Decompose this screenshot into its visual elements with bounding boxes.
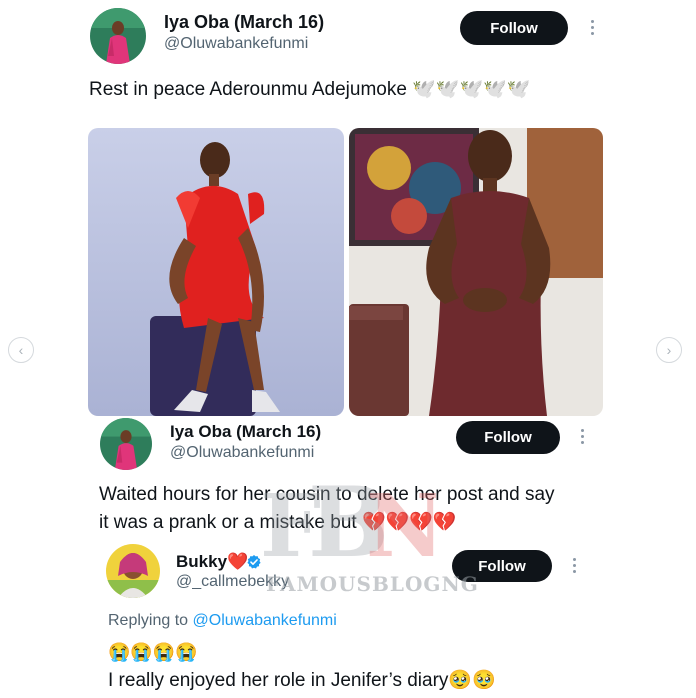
replying-to: Replying to @Oluwabankefunmi: [108, 612, 337, 630]
avatar[interactable]: [106, 544, 160, 598]
author-name[interactable]: Iya Oba (March 16): [164, 12, 324, 33]
screenshot-frame: Iya Oba (March 16) @Oluwabankefunmi Foll…: [0, 0, 696, 698]
tweet-photo-maroon-dress[interactable]: [349, 128, 603, 416]
author-handle[interactable]: @Oluwabankefunmi: [164, 35, 308, 53]
avatar-image: [106, 544, 160, 598]
avatar-image: [90, 8, 146, 64]
reply-emoji-line: 😭😭😭😭: [108, 642, 198, 662]
tweet-photo-red-dress[interactable]: [88, 128, 344, 416]
author-handle[interactable]: @Oluwabankefunmi: [170, 444, 314, 462]
mention-link[interactable]: @Oluwabankefunmi: [193, 612, 337, 629]
follow-button[interactable]: Follow: [460, 11, 568, 45]
kebab-icon[interactable]: [578, 429, 586, 444]
tweet-text-line-2: it was a prank or a mistake but 💔💔💔💔: [99, 512, 457, 533]
author-name[interactable]: Iya Oba (March 16): [170, 422, 321, 442]
replying-to-prefix: Replying to: [108, 612, 189, 629]
avatar-image: [100, 418, 152, 470]
kebab-icon[interactable]: [588, 20, 596, 35]
avatar[interactable]: [90, 8, 146, 64]
kebab-icon[interactable]: [570, 558, 578, 573]
avatar[interactable]: [100, 418, 152, 470]
chevron-left-icon[interactable]: ‹: [8, 337, 34, 363]
tweet-text: Rest in peace Aderounmu Adejumoke 🕊️🕊️🕊️…: [89, 79, 531, 100]
reply-text: I really enjoyed her role in Jenifer’s d…: [108, 670, 496, 691]
author-name[interactable]: Bukky❤️: [176, 552, 248, 572]
follow-button[interactable]: Follow: [456, 421, 560, 454]
chevron-right-icon[interactable]: ›: [656, 337, 682, 363]
verified-badge-icon: [247, 555, 261, 569]
tweet-text-line-1: Waited hours for her cousin to delete he…: [99, 484, 555, 505]
watermark-text: FAMOUSBLOGNG: [266, 572, 479, 596]
